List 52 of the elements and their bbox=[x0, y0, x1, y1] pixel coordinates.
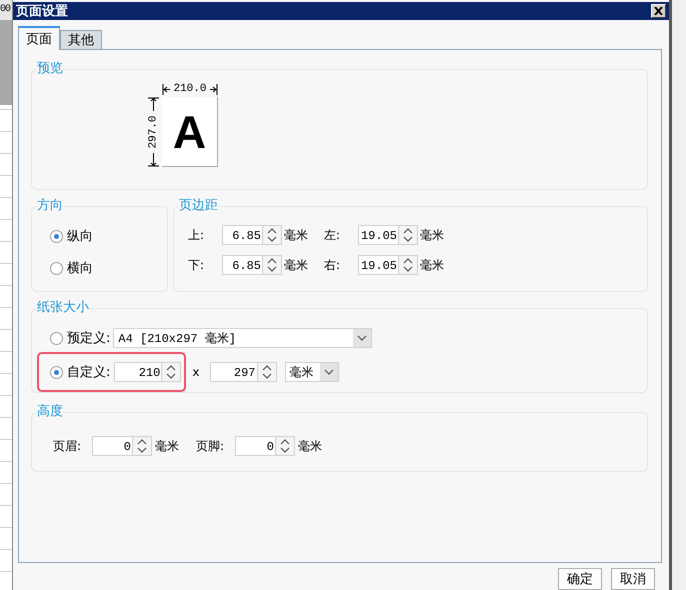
field-label: 上: bbox=[188, 226, 206, 244]
number-field[interactable]: 210 bbox=[114, 362, 162, 382]
unit-label: 毫米 bbox=[298, 438, 322, 454]
field-label: 下: bbox=[188, 256, 206, 274]
times-sign: x bbox=[192, 365, 200, 379]
radio-label: 预定义: bbox=[67, 330, 110, 347]
dialog-button[interactable]: 取消 bbox=[611, 568, 655, 590]
chevron-down-icon bbox=[357, 335, 368, 341]
dropdown[interactable]: A4 [210x297 毫米] bbox=[113, 328, 372, 348]
group-title: 方向 bbox=[37, 199, 63, 213]
number-field[interactable]: 0 bbox=[92, 436, 132, 456]
number-field[interactable]: 0 bbox=[235, 436, 275, 456]
number-field[interactable]: 6.85 bbox=[222, 255, 262, 275]
group-title: 高度 bbox=[37, 405, 63, 419]
number-field[interactable]: 19.05 bbox=[358, 225, 398, 245]
dimension-arrow-icon bbox=[162, 84, 170, 94]
tab[interactable]: 其他 bbox=[60, 30, 102, 50]
dialog-button[interactable]: 确定 bbox=[558, 568, 602, 590]
unit-label: 毫米 bbox=[155, 438, 179, 454]
dropdown[interactable]: 毫米 bbox=[284, 362, 338, 382]
radio-button[interactable] bbox=[50, 230, 63, 242]
field-label: 左: bbox=[324, 226, 342, 244]
unit-label: 毫米 bbox=[420, 226, 444, 244]
dimension-arrow-icon bbox=[210, 84, 218, 94]
radio-label: 横向 bbox=[67, 260, 93, 277]
unit-label: 毫米 bbox=[284, 226, 308, 244]
field-label: 页眉: bbox=[53, 438, 82, 454]
number-field[interactable]: 297 bbox=[210, 362, 256, 382]
radio-button[interactable] bbox=[50, 332, 63, 344]
field-label: 页脚: bbox=[196, 438, 226, 454]
dimension-arrow-icon bbox=[148, 153, 159, 167]
close-button[interactable] bbox=[651, 4, 666, 18]
page-preview: A bbox=[162, 97, 218, 167]
radio-label: 自定义: bbox=[67, 364, 110, 381]
group-title: 纸张大小 bbox=[37, 301, 89, 315]
height-dimension: 297.0 bbox=[148, 116, 160, 148]
width-dimension: 210.0 bbox=[173, 83, 206, 95]
window-title: 页面设置 bbox=[16, 3, 68, 20]
radio-button[interactable] bbox=[50, 262, 63, 274]
group-title: 预览 bbox=[37, 62, 63, 76]
radio-label: 纵向 bbox=[67, 228, 93, 245]
number-field[interactable]: 6.85 bbox=[222, 225, 262, 245]
ruler-number: 00 bbox=[0, 4, 10, 15]
dimension-arrow-icon bbox=[148, 97, 159, 111]
field-label: 右: bbox=[324, 256, 342, 274]
chevron-down-icon bbox=[324, 369, 334, 375]
unit-label: 毫米 bbox=[420, 256, 444, 274]
number-field[interactable]: 19.05 bbox=[358, 255, 398, 275]
unit-label: 毫米 bbox=[284, 256, 308, 274]
group-title: 页边距 bbox=[179, 199, 218, 213]
tab[interactable]: 页面 bbox=[18, 26, 60, 50]
radio-button[interactable] bbox=[50, 366, 63, 378]
